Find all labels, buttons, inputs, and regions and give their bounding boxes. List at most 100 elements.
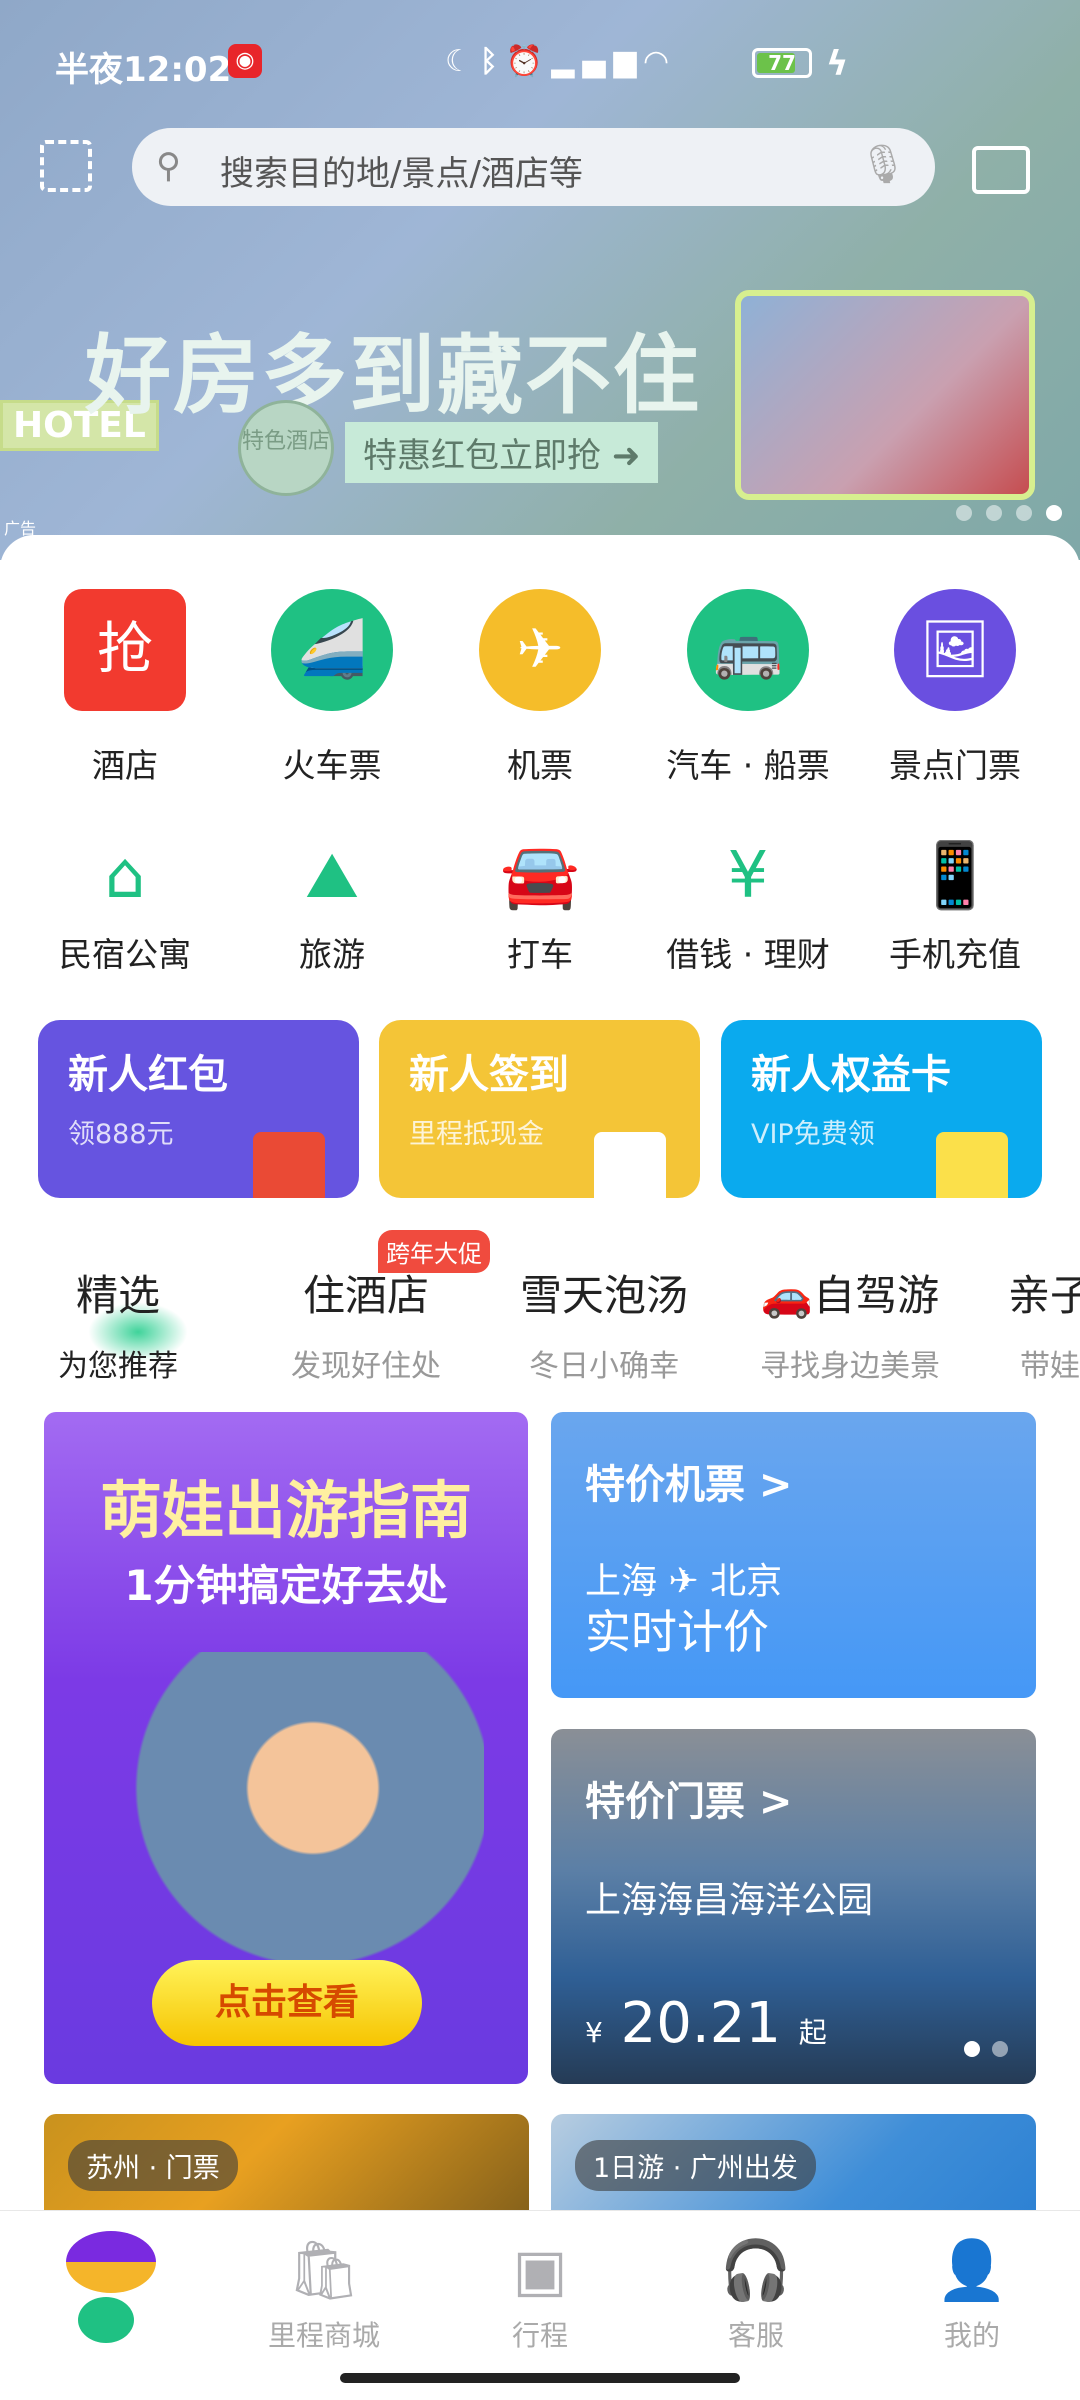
tab-title: 亲子 — [1007, 1271, 1080, 1320]
service-label: 机票 — [507, 746, 573, 785]
red-packet-icon: 抢 — [64, 589, 186, 711]
feature-card[interactable]: 萌娃出游指南 1分钟搞定好去处 点击查看 — [44, 1412, 528, 2084]
service-0[interactable]: 抢 酒店 — [25, 589, 225, 787]
card-tag: 苏州 · 门票 — [68, 2140, 238, 2191]
ticket-place: 上海海昌海洋公园 — [585, 1880, 874, 1921]
search-icon: ⚲ — [156, 146, 181, 186]
nav-item-2[interactable]: 🎧 客服 — [648, 2230, 864, 2354]
tab-title: 精选 — [75, 1271, 160, 1320]
promo-illustration-icon — [936, 1132, 1008, 1198]
page-dot — [986, 505, 1002, 521]
ticket-card-title: 特价门票 > — [585, 1779, 793, 1825]
tab-subtitle: 冬日小确幸 — [529, 1349, 679, 1384]
home-indicator[interactable] — [340, 2373, 740, 2383]
promo-badge: 跨年大促 — [378, 1230, 490, 1273]
service-label: 汽车 · 船票 — [666, 746, 830, 785]
service2-2[interactable]: 🚘 打车 — [440, 836, 640, 976]
flight-deal-card[interactable]: 特价机票 > 上海 ✈ 北京 实时计价 — [551, 1412, 1036, 1698]
banner-seal: 特色酒店 — [238, 400, 334, 496]
clock: 半夜12:02 — [55, 50, 232, 90]
service-label: 借钱 · 理财 — [666, 935, 830, 974]
category-tab-3[interactable]: 🚗自驾游 寻找身边美景 — [750, 1262, 950, 1385]
page-dot — [992, 2041, 1008, 2057]
feature-title: 萌娃出游指南 — [99, 1474, 472, 1547]
ticket-icon: 🖼 — [894, 589, 1016, 711]
tab-subtitle: 带娃 — [1020, 1349, 1080, 1384]
nav-label: 我的 — [943, 2319, 1000, 2352]
nav-item-0[interactable]: 🛍 里程商城 — [216, 2230, 432, 2354]
banner-photo — [735, 290, 1035, 500]
service2-0[interactable]: ⌂ 民宿公寓 — [25, 836, 225, 976]
status-bar: 半夜12:02 ◉ ☾ᛒ⏰▂▄▆◠ 77 ϟ — [0, 30, 1080, 100]
arrow-right-icon: ➜ — [611, 436, 641, 476]
mountain-icon: ⛰ — [305, 839, 359, 913]
scan-icon[interactable] — [40, 140, 92, 192]
promo-card-0[interactable]: 新人红包 领888元 — [38, 1020, 359, 1198]
signal-icon: ▂▄▆ — [551, 44, 645, 79]
currency: ¥ — [585, 2016, 603, 2049]
calendar-icon: ▣ — [512, 2236, 568, 2304]
category-tab-1[interactable]: 住酒店 发现好住处 — [266, 1262, 466, 1385]
category-tab-4[interactable]: 亲子 带娃 — [950, 1262, 1080, 1385]
tab-title: 🚗自驾游 — [760, 1271, 940, 1320]
service-4[interactable]: 🖼 景点门票 — [855, 589, 1055, 787]
service2-3[interactable]: ¥ 借钱 · 理财 — [648, 836, 848, 976]
card-tag: 1日游 · 广州出发 — [575, 2140, 816, 2191]
promo-card-2[interactable]: 新人权益卡 VIP免费领 — [721, 1020, 1042, 1198]
card-pagination — [964, 2041, 1008, 2057]
headset-icon: 🎧 — [719, 2236, 793, 2304]
promo-title: 新人签到 — [409, 1052, 569, 1098]
money-bag-icon: ¥ — [727, 839, 769, 913]
banner-subtitle[interactable]: 特惠红包立即抢 ➜ — [345, 422, 659, 483]
house-icon: ⌂ — [104, 839, 146, 913]
service-label: 民宿公寓 — [59, 935, 191, 974]
promo-title: 新人红包 — [68, 1052, 228, 1098]
view-button[interactable]: 点击查看 — [152, 1960, 422, 2046]
tab-subtitle: 寻找身边美景 — [760, 1349, 940, 1384]
tab-subtitle: 为您推荐 — [58, 1349, 178, 1384]
ticket-deal-card[interactable]: 特价门票 > 上海海昌海洋公园 ¥ 20.21 起 — [551, 1729, 1036, 2084]
banner-title: 好房多到藏不住 — [85, 326, 701, 426]
page-dot-active — [964, 2041, 980, 2057]
nav-label: 里程商城 — [267, 2319, 380, 2352]
charging-icon: ϟ — [826, 44, 849, 84]
promo-title: 新人权益卡 — [751, 1052, 951, 1098]
nav-label: 客服 — [727, 2319, 784, 2352]
alarm-icon: ⏰ — [505, 44, 552, 79]
train-icon: 🚄 — [271, 589, 393, 711]
bluetooth-icon: ᛒ — [479, 44, 506, 79]
status-icons: ☾ᛒ⏰▂▄▆◠ — [445, 44, 676, 79]
child-photo — [104, 1652, 484, 1992]
shopping-bag-icon: 🛍 — [287, 2236, 361, 2304]
plane-icon: ✈ — [479, 589, 601, 711]
service-label: 景点门票 — [889, 746, 1021, 785]
service-1[interactable]: 🚄 火车票 — [232, 589, 432, 787]
service-3[interactable]: 🚌 汽车 · 船票 — [648, 589, 848, 787]
page-dot — [956, 505, 972, 521]
service-label: 酒店 — [92, 746, 158, 785]
bus-icon: 🚌 — [687, 589, 809, 711]
price-value: 20.21 — [620, 1991, 781, 2056]
nav-item-3[interactable]: 👤 我的 — [864, 2230, 1080, 2354]
message-icon[interactable] — [972, 146, 1030, 194]
service-label: 打车 — [507, 935, 573, 974]
promo-illustration-icon — [253, 1132, 325, 1198]
service2-1[interactable]: ⛰ 旅游 — [232, 836, 432, 976]
service-label: 手机充值 — [889, 935, 1021, 974]
nav-item-1[interactable]: ▣ 行程 — [432, 2230, 648, 2354]
battery-icon: 77 — [752, 48, 812, 78]
banner-pagination — [956, 505, 1062, 521]
service2-4[interactable]: 📱 手机充值 — [855, 836, 1055, 976]
banner-subtitle-text: 特惠红包立即抢 — [363, 436, 601, 476]
home-mascot-logo[interactable] — [56, 2231, 166, 2343]
car-icon: 🚘 — [500, 839, 580, 913]
battery-level: 77 — [768, 51, 796, 75]
microphone-icon[interactable]: 🎙 — [859, 142, 907, 187]
promo-card-1[interactable]: 新人签到 里程抵现金 — [379, 1020, 700, 1198]
service-2[interactable]: ✈ 机票 — [440, 589, 640, 787]
phone-icon: 📱 — [915, 839, 995, 913]
nav-label: 行程 — [511, 2319, 568, 2352]
category-tab-2[interactable]: 雪天泡汤 冬日小确幸 — [504, 1262, 704, 1385]
search-input[interactable]: ⚲ 搜索目的地/景点/酒店等 🎙 — [132, 128, 935, 206]
category-tab-0[interactable]: 精选 为您推荐 — [18, 1262, 218, 1385]
